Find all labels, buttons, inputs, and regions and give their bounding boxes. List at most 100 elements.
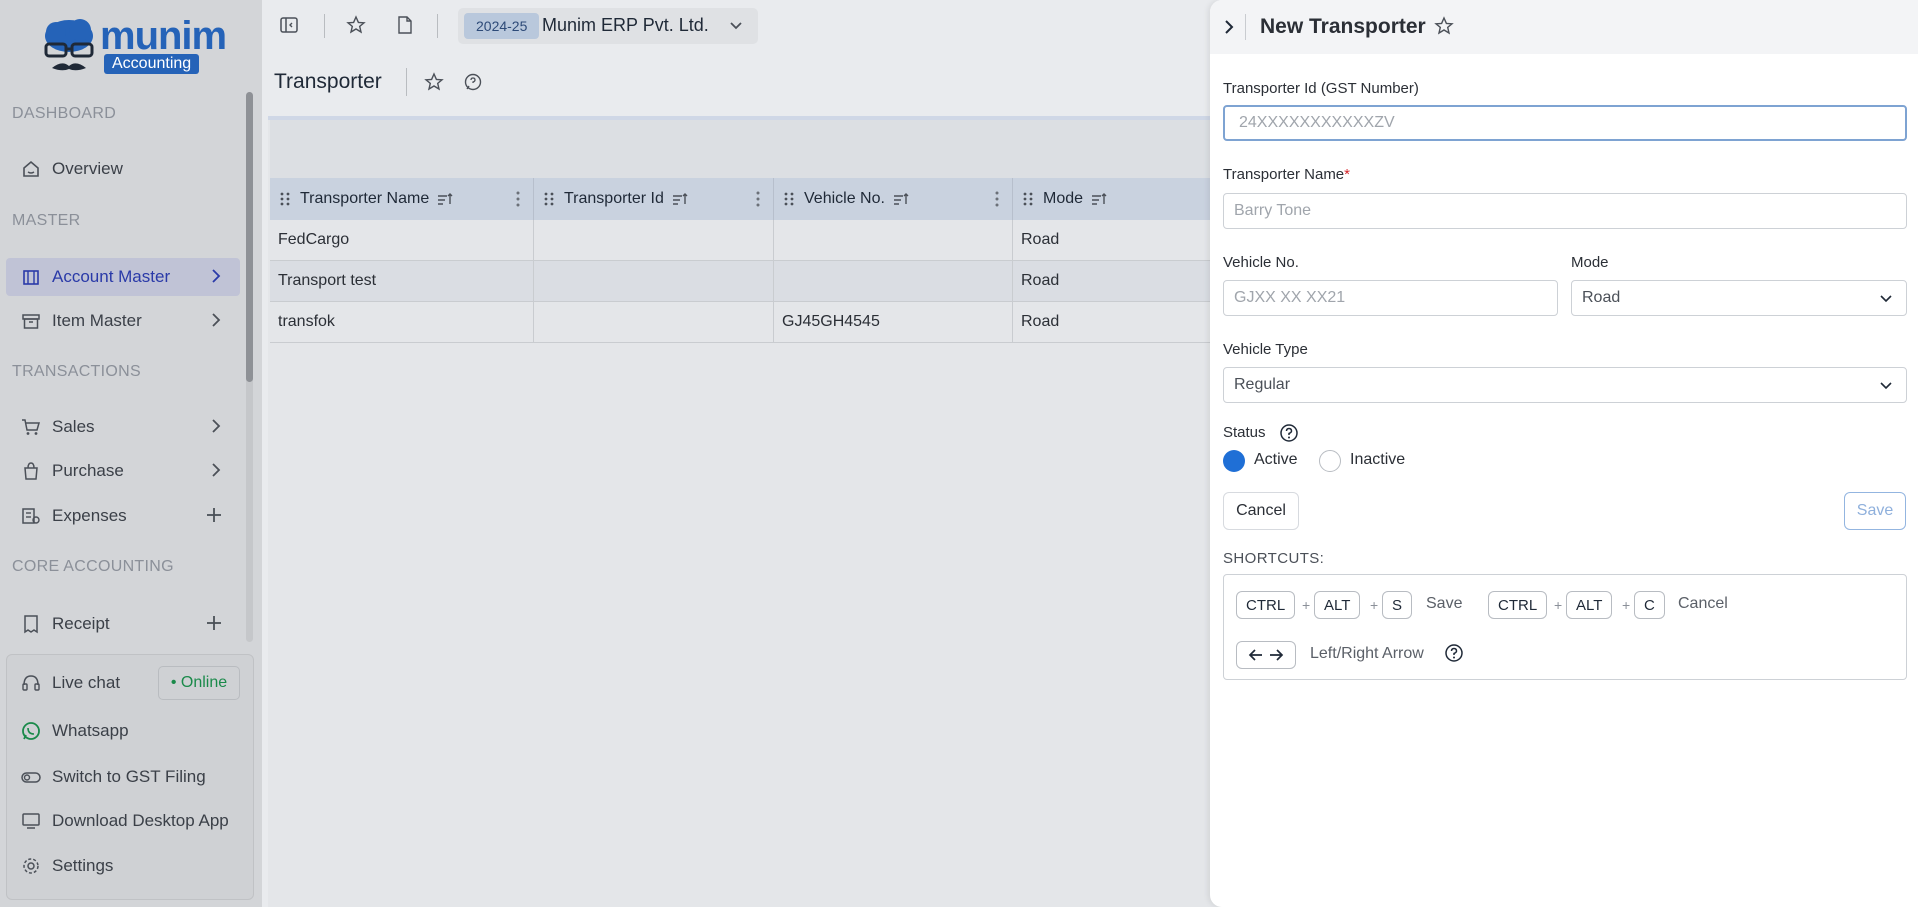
sort-icon[interactable] (672, 192, 688, 206)
vehicle-type-select[interactable]: Regular (1223, 367, 1907, 403)
sidebar-item-receipt[interactable]: Receipt (6, 605, 240, 643)
vehicle-type-select-value: Regular (1234, 376, 1291, 393)
status-inactive-radio[interactable] (1319, 450, 1341, 472)
chevron-down-icon (1878, 378, 1894, 394)
download-desktop-app-button[interactable]: Download Desktop App (6, 802, 240, 840)
arrow-left-right-icon (1248, 647, 1284, 663)
sidebar-item-overview[interactable]: Overview (6, 150, 240, 188)
vehicle-no-label: Vehicle No. (1223, 254, 1299, 271)
help-circle-icon[interactable] (1444, 643, 1464, 663)
chevron-right-icon (210, 267, 222, 285)
sort-icon[interactable] (437, 192, 453, 206)
sidebar-item-account-master[interactable]: Account Master (6, 258, 240, 296)
sidebar-item-sales[interactable]: Sales (6, 408, 240, 446)
document-icon[interactable] (395, 15, 415, 35)
financial-year-badge: 2024-25 (464, 13, 540, 39)
mode-select[interactable]: Road (1571, 280, 1907, 316)
table-row[interactable]: FedCargo Road (270, 220, 1270, 261)
settings-button[interactable]: Settings (6, 847, 240, 885)
cell-transporter-name: FedCargo (270, 220, 534, 260)
sort-icon[interactable] (1091, 192, 1107, 206)
star-icon[interactable] (1434, 16, 1454, 36)
drag-handle-icon[interactable] (280, 191, 290, 207)
whatsapp-icon (20, 720, 42, 742)
star-icon[interactable] (346, 15, 366, 35)
divider (406, 68, 407, 96)
page-title: Transporter (274, 70, 382, 93)
cell-vehicle-no (774, 220, 1013, 260)
switch-gst-filing-button[interactable]: Switch to GST Filing (6, 758, 240, 796)
key-s: S (1382, 591, 1413, 619)
sidebar-item-label: Item Master (52, 311, 142, 330)
table-toolbar (270, 120, 1270, 178)
plus-icon[interactable] (206, 614, 222, 632)
shortcut-cancel-label: Cancel (1678, 595, 1728, 612)
column-menu-icon[interactable] (994, 190, 1000, 208)
transporter-name-input[interactable]: Barry Tone (1223, 193, 1907, 229)
cart-icon (20, 416, 42, 438)
column-header-transporter-name[interactable]: Transporter Name (270, 178, 534, 220)
new-transporter-drawer: New Transporter Transporter Id (GST Numb… (1210, 0, 1918, 907)
drag-handle-icon[interactable] (544, 191, 554, 207)
whatsapp-button[interactable]: Whatsapp (6, 712, 240, 750)
column-header-vehicle-no[interactable]: Vehicle No. (774, 178, 1013, 220)
receipt-icon (20, 613, 42, 635)
help-circle-icon[interactable] (1279, 423, 1299, 443)
sidebar-item-label: Purchase (52, 461, 124, 480)
star-icon[interactable] (424, 72, 444, 92)
toggle-icon (20, 766, 42, 788)
required-asterisk: * (1344, 166, 1350, 183)
table-row[interactable]: transfok GJ45GH4545 Road (270, 302, 1270, 343)
transporter-name-label-text: Transporter Name (1223, 166, 1345, 183)
cancel-button[interactable]: Cancel (1223, 492, 1299, 530)
table-header: Transporter Name Transporter Id Vehicle … (270, 178, 1270, 220)
transporter-name-label: Transporter Name* (1223, 166, 1350, 183)
gst-number-input[interactable]: 24XXXXXXXXXXXZV (1223, 105, 1907, 141)
brand-logo[interactable]: munim Accounting (42, 16, 227, 78)
cell-transporter-name: Transport test (270, 261, 534, 301)
sidebar-item-item-master[interactable]: Item Master (6, 302, 240, 340)
live-chat-label: Live chat (52, 673, 121, 692)
home-icon (20, 158, 42, 180)
shortcut-arrows-label: Left/Right Arrow (1310, 645, 1424, 662)
column-header-transporter-id[interactable]: Transporter Id (534, 178, 774, 220)
drag-handle-icon[interactable] (784, 191, 794, 207)
sidebar-collapse-icon[interactable] (279, 15, 299, 35)
cell-transporter-id (534, 302, 774, 342)
shortcut-save-label: Save (1426, 595, 1463, 612)
archive-icon (20, 310, 42, 332)
key-alt: ALT (1314, 591, 1361, 619)
cell-transporter-id (534, 261, 774, 301)
top-bar: 2024-25 Munim ERP Pvt. Ltd. (262, 0, 1262, 54)
save-button[interactable]: Save (1844, 492, 1906, 530)
key-ctrl: CTRL (1236, 591, 1296, 619)
shortcuts-title: SHORTCUTS: (1223, 550, 1325, 567)
drag-handle-icon[interactable] (1023, 191, 1033, 207)
column-menu-icon[interactable] (755, 190, 761, 208)
company-selector[interactable]: 2024-25 Munim ERP Pvt. Ltd. (458, 8, 758, 44)
status-label: Status (1223, 424, 1266, 441)
sidebar-scrollbar[interactable] (246, 92, 253, 382)
building-icon (20, 266, 42, 288)
mode-select-value: Road (1582, 289, 1621, 306)
sidebar-item-label: Account Master (52, 267, 171, 286)
table-row[interactable]: Transport test Road (270, 261, 1270, 302)
sidebar-item-purchase[interactable]: Purchase (6, 452, 240, 490)
help-chat-icon[interactable] (463, 72, 483, 92)
plus-sign: + (1370, 597, 1379, 613)
column-header-label: Transporter Id (564, 190, 664, 207)
column-menu-icon[interactable] (515, 190, 521, 208)
column-header-label: Mode (1043, 190, 1084, 207)
vehicle-no-input[interactable]: GJXX XX XX21 (1223, 280, 1558, 316)
chevron-right-icon[interactable] (1223, 18, 1235, 36)
cell-transporter-name: transfok (270, 302, 534, 342)
plus-icon[interactable] (206, 506, 222, 524)
expense-list-icon (20, 505, 42, 527)
plus-sign: + (1622, 597, 1631, 613)
cell-vehicle-no (774, 261, 1013, 301)
status-active-radio[interactable] (1223, 450, 1245, 472)
sidebar-item-expenses[interactable]: Expenses (6, 497, 240, 535)
drawer-title: New Transporter (1260, 15, 1426, 38)
divider (324, 14, 325, 38)
sort-icon[interactable] (893, 192, 909, 206)
